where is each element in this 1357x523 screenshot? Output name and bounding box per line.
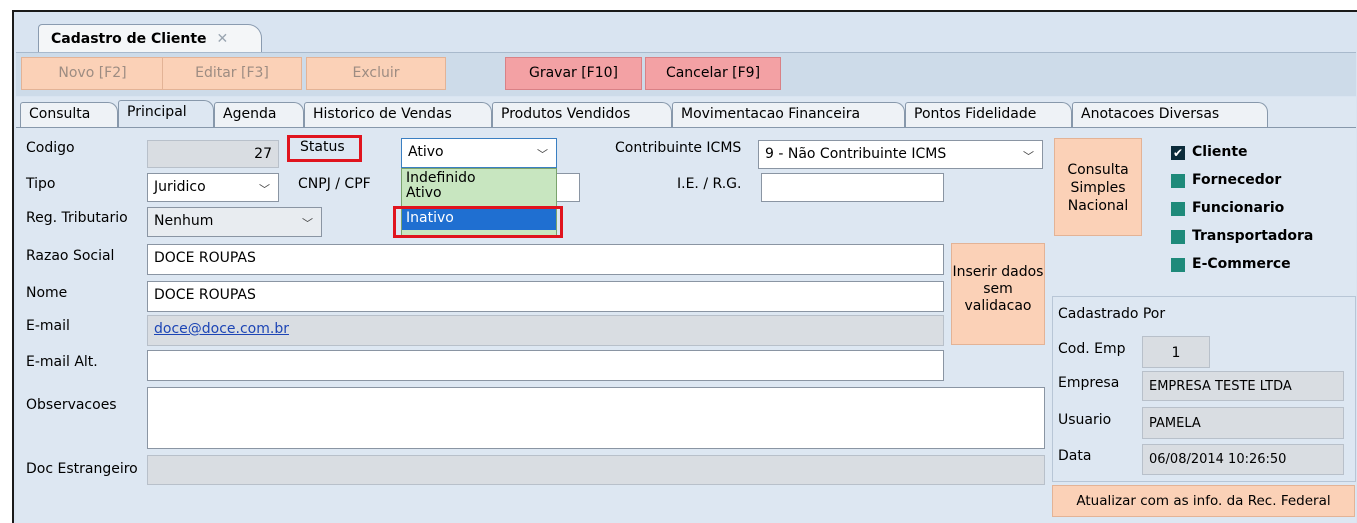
cancelar-button[interactable]: Cancelar [F9]	[645, 57, 781, 90]
chevron-down-icon[interactable]: ﹀	[259, 181, 270, 197]
status-label-highlight	[287, 135, 362, 162]
tab-produtos-vendidos[interactable]: Produtos Vendidos	[492, 102, 672, 127]
tab-consulta[interactable]: Consulta	[20, 102, 118, 127]
contribuinte-label: Contribuinte ICMS	[615, 140, 742, 156]
atualizar-rec-federal-button[interactable]: Atualizar com as info. da Rec. Federal	[1052, 485, 1355, 517]
tipo-select-value: Juridico	[154, 179, 206, 195]
empresa-field: EMPRESA TESTE LTDA	[1142, 371, 1344, 401]
tab-movimentacao-financeira[interactable]: Movimentacao Financeira	[672, 102, 905, 127]
cod-emp-field: 1	[1142, 336, 1210, 368]
data-label: Data	[1058, 448, 1092, 464]
contribuinte-select-value: 9 - Não Contribuinte ICMS	[765, 146, 947, 162]
fornecedor-checkbox[interactable]	[1171, 174, 1185, 188]
ecommerce-checkbox[interactable]	[1171, 258, 1185, 272]
observacoes-label: Observacoes	[26, 397, 117, 413]
reg-tributario-select[interactable]: Nenhum ﹀	[147, 207, 322, 237]
doc-estrangeiro-label: Doc Estrangeiro	[26, 461, 138, 477]
nome-field[interactable]: DOCE ROUPAS	[147, 281, 944, 312]
codigo-label: Codigo	[26, 140, 75, 156]
tipo-select[interactable]: Juridico ﹀	[147, 173, 279, 202]
tab-anotacoes-diversas[interactable]: Anotacoes Diversas	[1072, 102, 1268, 127]
chevron-down-icon[interactable]: ﹀	[537, 146, 548, 162]
ie-field[interactable]	[761, 173, 944, 202]
usuario-label: Usuario	[1058, 412, 1112, 428]
status-option-ativo[interactable]: Ativo	[406, 186, 442, 199]
status-option-indefinido[interactable]: Indefinido	[406, 171, 476, 186]
email-alt-field[interactable]	[147, 350, 944, 381]
email-alt-label: E-mail Alt.	[26, 354, 98, 370]
codigo-field: 27	[147, 140, 279, 168]
cadastrado-por-title: Cadastrado Por	[1058, 306, 1166, 322]
tipo-label: Tipo	[26, 176, 56, 192]
transportadora-checkbox-label: Transportadora	[1192, 228, 1314, 244]
doc-estrangeiro-field[interactable]	[147, 455, 1045, 485]
cliente-checkbox-label: Cliente	[1192, 144, 1248, 160]
ie-label: I.E. / R.G.	[677, 176, 742, 192]
cod-emp-label: Cod. Emp	[1058, 341, 1126, 357]
observacoes-field[interactable]	[147, 387, 1045, 449]
cnpj-label: CNPJ / CPF	[298, 176, 371, 192]
chevron-down-icon[interactable]: ﹀	[1023, 148, 1034, 164]
reg-tributario-label: Reg. Tributario	[26, 210, 128, 226]
inativo-highlight	[393, 206, 563, 238]
document-tab[interactable]: Cadastro de Cliente ✕	[38, 24, 262, 52]
editar-button[interactable]: Editar [F3]	[162, 57, 302, 90]
contribuinte-select[interactable]: 9 - Não Contribuinte ICMS ﹀	[758, 140, 1043, 169]
tab-agenda[interactable]: Agenda	[214, 102, 304, 127]
funcionario-checkbox[interactable]	[1171, 202, 1185, 216]
razao-social-label: Razao Social	[26, 248, 115, 264]
cliente-checkbox[interactable]: ✔	[1171, 146, 1185, 160]
status-select[interactable]: Ativo ﹀	[401, 138, 557, 168]
razao-social-field[interactable]: DOCE ROUPAS	[147, 244, 944, 275]
transportadora-checkbox[interactable]	[1171, 230, 1185, 244]
tab-principal[interactable]: Principal	[118, 100, 214, 128]
reg-tributario-value: Nenhum	[154, 213, 214, 229]
empresa-label: Empresa	[1058, 375, 1120, 391]
email-field[interactable]: doce@doce.com.br	[147, 315, 944, 346]
novo-button[interactable]: Novo [F2]	[21, 57, 164, 90]
usuario-field: PAMELA	[1142, 407, 1344, 439]
status-select-value: Ativo	[408, 144, 444, 160]
excluir-button[interactable]: Excluir	[306, 57, 446, 90]
data-field: 06/08/2014 10:26:50	[1142, 444, 1344, 475]
funcionario-checkbox-label: Funcionario	[1192, 200, 1285, 216]
email-label: E-mail	[26, 318, 70, 334]
ecommerce-checkbox-label: E-Commerce	[1192, 256, 1291, 272]
nome-label: Nome	[26, 285, 68, 301]
consulta-simples-nacional-button[interactable]: Consulta Simples Nacional	[1054, 138, 1142, 236]
gravar-button[interactable]: Gravar [F10]	[505, 57, 642, 90]
chevron-down-icon[interactable]: ﹀	[302, 215, 313, 231]
document-tab-title: Cadastro de Cliente	[51, 31, 207, 47]
fornecedor-checkbox-label: Fornecedor	[1192, 172, 1282, 188]
tab-historico-vendas[interactable]: Historico de Vendas	[304, 102, 492, 127]
tab-pontos-fidelidade[interactable]: Pontos Fidelidade	[905, 102, 1072, 127]
inserir-sem-validacao-button[interactable]: Inserir dados sem validacao	[951, 243, 1045, 345]
close-icon[interactable]: ✕	[217, 31, 229, 47]
